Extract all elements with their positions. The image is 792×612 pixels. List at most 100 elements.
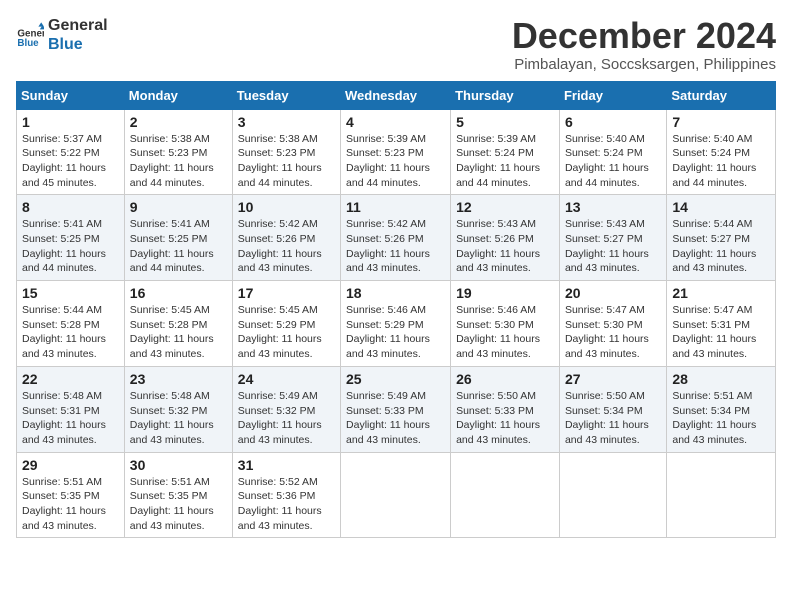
day-info: Sunrise: 5:38 AMSunset: 5:23 PMDaylight:… — [130, 132, 227, 191]
day-info: Sunrise: 5:41 AMSunset: 5:25 PMDaylight:… — [130, 217, 227, 276]
logo-line1: General — [48, 16, 108, 35]
day-info: Sunrise: 5:50 AMSunset: 5:34 PMDaylight:… — [565, 389, 661, 448]
weekday-header-thursday: Thursday — [451, 81, 560, 109]
day-info: Sunrise: 5:42 AMSunset: 5:26 PMDaylight:… — [238, 217, 335, 276]
calendar-cell: 5Sunrise: 5:39 AMSunset: 5:24 PMDaylight… — [451, 109, 560, 195]
day-number: 15 — [22, 285, 119, 301]
calendar-cell — [341, 452, 451, 538]
day-number: 21 — [672, 285, 770, 301]
calendar-cell: 31Sunrise: 5:52 AMSunset: 5:36 PMDayligh… — [232, 452, 340, 538]
svg-text:Blue: Blue — [17, 38, 39, 49]
day-number: 6 — [565, 114, 661, 130]
day-number: 19 — [456, 285, 554, 301]
day-number: 10 — [238, 199, 335, 215]
day-number: 28 — [672, 371, 770, 387]
day-info: Sunrise: 5:44 AMSunset: 5:28 PMDaylight:… — [22, 303, 119, 362]
calendar-cell: 19 Sunrise: 5:46 AMSunset: 5:30 PMDayligh… — [451, 281, 560, 367]
calendar-cell: 27 Sunrise: 5:50 AMSunset: 5:34 PMDayligh… — [559, 366, 666, 452]
day-info: Sunrise: 5:46 AMSunset: 5:30 PMDaylight:… — [456, 303, 554, 362]
day-number: 8 — [22, 199, 119, 215]
day-number: 14 — [672, 199, 770, 215]
day-info: Sunrise: 5:45 AMSunset: 5:29 PMDaylight:… — [238, 303, 335, 362]
logo-line2: Blue — [48, 35, 108, 54]
page-header: General Blue General Blue December 2024 … — [16, 16, 776, 73]
weekday-header-saturday: Saturday — [667, 81, 776, 109]
calendar-cell: 21 Sunrise: 5:47 AMSunset: 5:31 PMDayligh… — [667, 281, 776, 367]
day-number: 12 — [456, 199, 554, 215]
logo-icon: General Blue — [16, 21, 44, 49]
day-info: Sunrise: 5:42 AMSunset: 5:26 PMDaylight:… — [346, 217, 445, 276]
calendar-cell: 4 Sunrise: 5:39 AMSunset: 5:23 PMDaylight… — [341, 109, 451, 195]
calendar-cell: 23 Sunrise: 5:48 AMSunset: 5:32 PMDayligh… — [124, 366, 232, 452]
day-info: Sunrise: 5:51 AMSunset: 5:35 PMDaylight:… — [22, 475, 119, 534]
calendar-week-2: 8 Sunrise: 5:41 AMSunset: 5:25 PMDaylight… — [17, 195, 776, 281]
day-number: 24 — [238, 371, 335, 387]
calendar-cell: 30 Sunrise: 5:51 AMSunset: 5:35 PMDayligh… — [124, 452, 232, 538]
calendar-cell: 29 Sunrise: 5:51 AMSunset: 5:35 PMDayligh… — [17, 452, 125, 538]
calendar-cell: 8 Sunrise: 5:41 AMSunset: 5:25 PMDaylight… — [17, 195, 125, 281]
calendar-cell: 3Sunrise: 5:38 AMSunset: 5:23 PMDaylight… — [232, 109, 340, 195]
day-info: Sunrise: 5:37 AMSunset: 5:22 PMDaylight:… — [22, 132, 119, 191]
day-info: Sunrise: 5:43 AMSunset: 5:27 PMDaylight:… — [565, 217, 661, 276]
calendar-cell — [667, 452, 776, 538]
day-number: 17 — [238, 285, 335, 301]
calendar-cell — [451, 452, 560, 538]
calendar-cell: 12Sunrise: 5:43 AMSunset: 5:26 PMDayligh… — [451, 195, 560, 281]
day-info: Sunrise: 5:48 AMSunset: 5:32 PMDaylight:… — [130, 389, 227, 448]
calendar-cell: 2 Sunrise: 5:38 AMSunset: 5:23 PMDaylight… — [124, 109, 232, 195]
calendar-cell: 20Sunrise: 5:47 AMSunset: 5:30 PMDayligh… — [559, 281, 666, 367]
day-number: 22 — [22, 371, 119, 387]
day-info: Sunrise: 5:48 AMSunset: 5:31 PMDaylight:… — [22, 389, 119, 448]
calendar-cell: 13 Sunrise: 5:43 AMSunset: 5:27 PMDayligh… — [559, 195, 666, 281]
calendar-cell: 16 Sunrise: 5:45 AMSunset: 5:28 PMDayligh… — [124, 281, 232, 367]
day-number: 25 — [346, 371, 445, 387]
day-info: Sunrise: 5:46 AMSunset: 5:29 PMDaylight:… — [346, 303, 445, 362]
calendar-week-4: 22 Sunrise: 5:48 AMSunset: 5:31 PMDayligh… — [17, 366, 776, 452]
day-number: 30 — [130, 457, 227, 473]
day-info: Sunrise: 5:44 AMSunset: 5:27 PMDaylight:… — [672, 217, 770, 276]
day-info: Sunrise: 5:39 AMSunset: 5:24 PMDaylight:… — [456, 132, 554, 191]
day-number: 13 — [565, 199, 661, 215]
calendar-cell: 22 Sunrise: 5:48 AMSunset: 5:31 PMDayligh… — [17, 366, 125, 452]
calendar-cell: 24Sunrise: 5:49 AMSunset: 5:32 PMDayligh… — [232, 366, 340, 452]
day-number: 16 — [130, 285, 227, 301]
calendar-table: SundayMondayTuesdayWednesdayThursdayFrid… — [16, 81, 776, 539]
calendar-cell: 25Sunrise: 5:49 AMSunset: 5:33 PMDayligh… — [341, 366, 451, 452]
location-subtitle: Pimbalayan, Soccsksargen, Philippines — [512, 56, 776, 73]
day-number: 7 — [672, 114, 770, 130]
day-info: Sunrise: 5:40 AMSunset: 5:24 PMDaylight:… — [565, 132, 661, 191]
calendar-cell: 28Sunrise: 5:51 AMSunset: 5:34 PMDayligh… — [667, 366, 776, 452]
weekday-header-wednesday: Wednesday — [341, 81, 451, 109]
calendar-week-3: 15 Sunrise: 5:44 AMSunset: 5:28 PMDayligh… — [17, 281, 776, 367]
calendar-cell: 26Sunrise: 5:50 AMSunset: 5:33 PMDayligh… — [451, 366, 560, 452]
day-info: Sunrise: 5:45 AMSunset: 5:28 PMDaylight:… — [130, 303, 227, 362]
weekday-header-row: SundayMondayTuesdayWednesdayThursdayFrid… — [17, 81, 776, 109]
day-number: 27 — [565, 371, 661, 387]
calendar-cell — [559, 452, 666, 538]
title-block: December 2024 Pimbalayan, Soccsksargen, … — [512, 16, 776, 73]
day-number: 3 — [238, 114, 335, 130]
day-number: 26 — [456, 371, 554, 387]
weekday-header-tuesday: Tuesday — [232, 81, 340, 109]
calendar-cell: 15 Sunrise: 5:44 AMSunset: 5:28 PMDayligh… — [17, 281, 125, 367]
day-info: Sunrise: 5:39 AMSunset: 5:23 PMDaylight:… — [346, 132, 445, 191]
day-number: 18 — [346, 285, 445, 301]
day-number: 31 — [238, 457, 335, 473]
calendar-week-5: 29 Sunrise: 5:51 AMSunset: 5:35 PMDayligh… — [17, 452, 776, 538]
calendar-cell: 6 Sunrise: 5:40 AMSunset: 5:24 PMDaylight… — [559, 109, 666, 195]
day-info: Sunrise: 5:51 AMSunset: 5:35 PMDaylight:… — [130, 475, 227, 534]
day-number: 23 — [130, 371, 227, 387]
day-number: 1 — [22, 114, 119, 130]
day-number: 29 — [22, 457, 119, 473]
day-info: Sunrise: 5:40 AMSunset: 5:24 PMDaylight:… — [672, 132, 770, 191]
day-number: 4 — [346, 114, 445, 130]
day-info: Sunrise: 5:47 AMSunset: 5:30 PMDaylight:… — [565, 303, 661, 362]
day-number: 11 — [346, 199, 445, 215]
calendar-cell: 1 Sunrise: 5:37 AMSunset: 5:22 PMDaylight… — [17, 109, 125, 195]
weekday-header-sunday: Sunday — [17, 81, 125, 109]
day-info: Sunrise: 5:41 AMSunset: 5:25 PMDaylight:… — [22, 217, 119, 276]
day-number: 2 — [130, 114, 227, 130]
day-number: 9 — [130, 199, 227, 215]
day-info: Sunrise: 5:47 AMSunset: 5:31 PMDaylight:… — [672, 303, 770, 362]
logo: General Blue General Blue — [16, 16, 108, 54]
